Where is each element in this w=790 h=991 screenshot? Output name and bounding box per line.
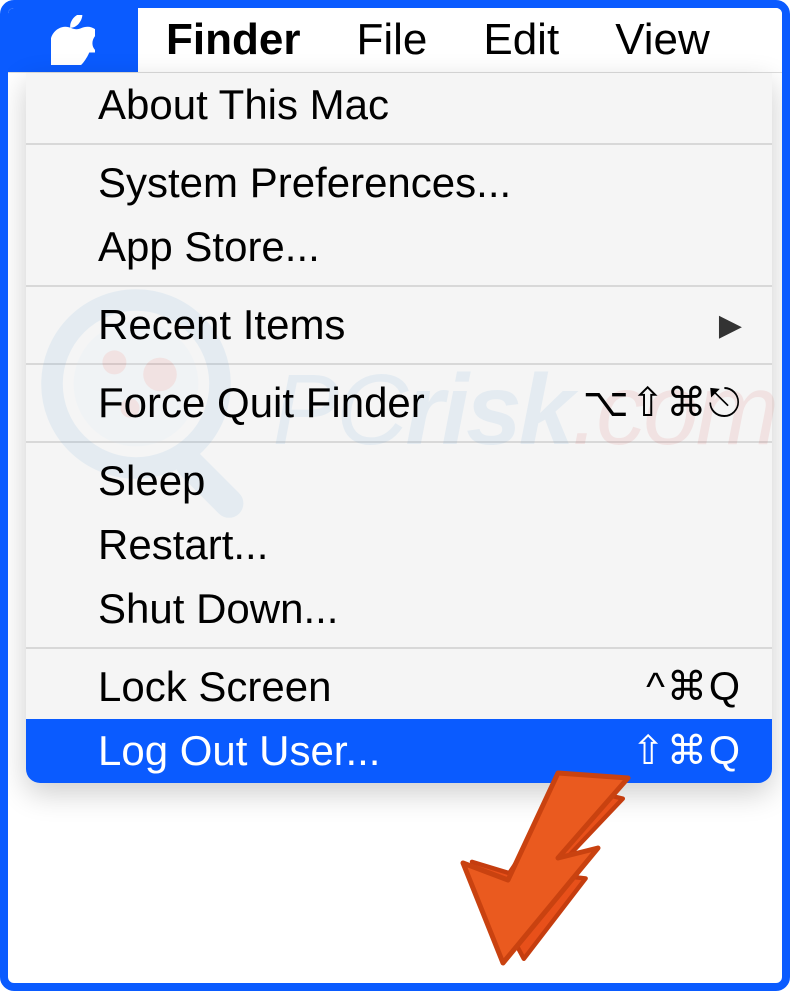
submenu-arrow-icon: ▶	[719, 308, 742, 343]
menu-edit[interactable]: Edit	[455, 8, 587, 72]
active-app-name[interactable]: Finder	[138, 8, 328, 72]
menu-restart[interactable]: Restart...	[26, 513, 772, 577]
menu-separator	[26, 285, 772, 287]
menu-shut-down[interactable]: Shut Down...	[26, 577, 772, 641]
menu-label: Recent Items	[98, 301, 345, 349]
annotation-arrow-icon	[438, 768, 658, 968]
keyboard-shortcut: ^⌘Q	[646, 664, 742, 710]
menu-lock-screen[interactable]: Lock Screen ^⌘Q	[26, 655, 772, 719]
menu-separator	[26, 647, 772, 649]
menu-view[interactable]: View	[587, 8, 738, 72]
keyboard-shortcut: ⌥⇧⌘⎋	[583, 380, 742, 426]
menu-separator	[26, 441, 772, 443]
menu-force-quit[interactable]: Force Quit Finder ⌥⇧⌘⎋	[26, 371, 772, 435]
apple-logo-icon	[51, 15, 95, 65]
menu-label: Restart...	[98, 521, 268, 569]
menu-about-this-mac[interactable]: About This Mac	[26, 73, 772, 137]
menubar: Finder File Edit View	[8, 8, 782, 73]
menu-label: About This Mac	[98, 81, 389, 129]
menu-sleep[interactable]: Sleep	[26, 449, 772, 513]
menu-separator	[26, 143, 772, 145]
menu-app-store[interactable]: App Store...	[26, 215, 772, 279]
menu-label: Lock Screen	[98, 663, 331, 711]
menu-label: Shut Down...	[98, 585, 338, 633]
menu-file[interactable]: File	[328, 8, 455, 72]
menu-label: Force Quit Finder	[98, 379, 425, 427]
menu-label: Sleep	[98, 457, 205, 505]
menu-label: Log Out User...	[98, 727, 380, 775]
menu-system-preferences[interactable]: System Preferences...	[26, 151, 772, 215]
menu-label: System Preferences...	[98, 159, 511, 207]
menu-separator	[26, 363, 772, 365]
menu-log-out-user[interactable]: Log Out User... ⇧⌘Q	[26, 719, 772, 783]
apple-menu-button[interactable]	[8, 8, 138, 72]
menu-recent-items[interactable]: Recent Items ▶	[26, 293, 772, 357]
menu-label: App Store...	[98, 223, 320, 271]
apple-menu-dropdown: About This Mac System Preferences... App…	[26, 73, 772, 783]
keyboard-shortcut: ⇧⌘Q	[631, 728, 742, 774]
